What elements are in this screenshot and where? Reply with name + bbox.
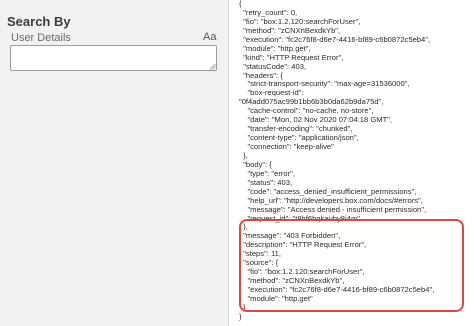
user-details-label: User Details bbox=[11, 32, 71, 44]
user-details-input[interactable] bbox=[10, 45, 217, 71]
match-case-icon[interactable]: Aa bbox=[203, 31, 216, 43]
search-by-title: Search By bbox=[7, 14, 71, 29]
resize-handle-icon[interactable] bbox=[209, 63, 216, 70]
error-highlight-box bbox=[239, 219, 464, 312]
json-line: "connection": "keep-alive" bbox=[239, 142, 334, 151]
panel-divider bbox=[228, 0, 229, 326]
json-line: } bbox=[239, 311, 242, 321]
search-panel: Search By User Details Aa bbox=[0, 0, 228, 326]
